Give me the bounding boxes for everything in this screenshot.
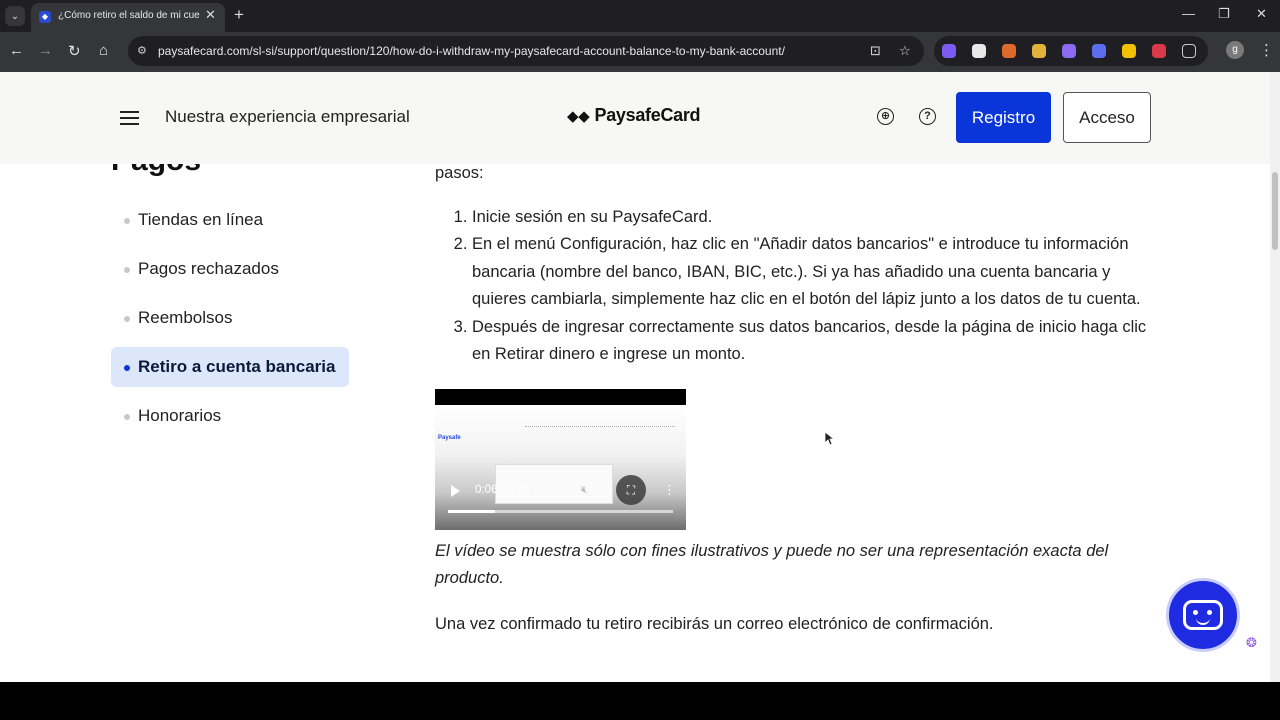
home-icon[interactable]: ⌂	[99, 42, 108, 59]
steps-list: Inicie sesión en su PaysafeCard. En el m…	[435, 204, 1155, 369]
article-content: pasos: Inicie sesión en su PaysafeCard. …	[435, 164, 1155, 638]
minimize-icon[interactable]: —	[1182, 6, 1195, 21]
business-experience-link[interactable]: Nuestra experiencia empresarial	[165, 107, 410, 127]
restore-window-icon[interactable]: ❐	[1218, 6, 1230, 22]
bullet-icon	[124, 267, 130, 273]
extension-8-icon[interactable]	[1152, 44, 1166, 58]
sidebar-item-label: Tiendas en línea	[138, 210, 264, 229]
screen-bottom-area	[0, 682, 1280, 720]
tab-close-icon[interactable]: ✕	[205, 7, 216, 23]
web-page: Pagos Tiendas en línea Pagos rechazados …	[0, 72, 1280, 682]
video-thumbnail-nav	[525, 425, 675, 428]
play-icon[interactable]	[451, 484, 460, 497]
video-disclaimer: El vídeo se muestra sólo con fines ilust…	[435, 541, 1109, 588]
sidebar-item-retiro[interactable]: Retiro a cuenta bancaria	[111, 347, 349, 387]
video-player[interactable]: Paysafe 0:06 / 0:28 🔇︎ ⛶ ⋮	[435, 388, 686, 530]
extension-1-icon[interactable]	[942, 44, 956, 58]
confirmation-text: Una vez confirmado tu retiro recibirás u…	[435, 614, 994, 633]
logo-text: PaysafeCard	[594, 105, 701, 125]
close-window-icon[interactable]: ✕	[1256, 6, 1267, 22]
extension-7-icon[interactable]	[1122, 44, 1136, 58]
extensions-puzzle-icon[interactable]	[1182, 44, 1196, 58]
reload-icon[interactable]: ↻	[68, 42, 81, 60]
step-item: Después de ingresar correctamente sus da…	[472, 314, 1155, 369]
new-tab-button[interactable]: +	[234, 5, 244, 25]
sidebar-item-label: Honorarios	[138, 406, 222, 425]
sidebar-item-label: Pagos rechazados	[138, 259, 279, 278]
logo-diamond-icon: ◆◆	[567, 108, 590, 125]
register-button[interactable]: Registro	[956, 92, 1051, 143]
sidebar-item-tiendas[interactable]: Tiendas en línea	[111, 200, 349, 240]
video-thumbnail-logo: Paysafe	[438, 434, 461, 441]
extension-3-icon[interactable]	[1002, 44, 1016, 58]
brain-extension-icon[interactable]: ❂	[1246, 635, 1257, 651]
tab-title: ¿Cómo retiro el saldo de mi cue	[58, 10, 200, 21]
scrollbar-thumb[interactable]	[1272, 172, 1278, 250]
profile-avatar[interactable]: g	[1226, 41, 1244, 59]
url-text[interactable]: paysafecard.com/sl-si/support/question/1…	[158, 44, 785, 58]
bullet-icon	[124, 218, 130, 224]
hamburger-menu-icon[interactable]	[120, 111, 139, 125]
sidebar-item-pagos-rechazados[interactable]: Pagos rechazados	[111, 249, 349, 289]
extension-4-icon[interactable]	[1032, 44, 1046, 58]
translate-icon[interactable]: ⊡	[870, 43, 881, 59]
extensions-area	[934, 36, 1208, 66]
extension-5-icon[interactable]	[1062, 44, 1076, 58]
browser-tab-bar: ⌄ ◆ ¿Cómo retiro el saldo de mi cue ✕ + …	[0, 0, 1280, 32]
browser-toolbar: ← → ↻ ⌂ ⚙ paysafecard.com/sl-si/support/…	[0, 32, 1280, 72]
paysafecard-favicon-icon: ◆	[39, 11, 51, 23]
mute-icon[interactable]: 🔇︎	[581, 482, 588, 498]
address-bar[interactable]: ⚙ paysafecard.com/sl-si/support/question…	[128, 36, 924, 66]
forward-arrow-icon[interactable]: →	[38, 42, 53, 59]
step-item: Inicie sesión en su PaysafeCard.	[472, 204, 1155, 232]
paysafecard-logo[interactable]: ◆◆ PaysafeCard	[567, 105, 701, 126]
step-item: En el menú Configuración, haz clic en "A…	[472, 231, 1155, 314]
login-button[interactable]: Acceso	[1063, 92, 1151, 143]
fullscreen-icon[interactable]: ⛶	[616, 474, 646, 505]
sidebar-item-reembolsos[interactable]: Reembolsos	[111, 298, 349, 338]
video-progress-bar[interactable]	[448, 509, 673, 513]
browser-tab[interactable]: ◆ ¿Cómo retiro el saldo de mi cue ✕	[31, 3, 225, 32]
browser-menu-icon[interactable]: ⋮	[1259, 41, 1274, 59]
language-globe-icon[interactable]: ⊕	[877, 108, 894, 125]
bookmark-star-icon[interactable]: ☆	[899, 43, 911, 59]
bullet-icon	[124, 414, 130, 420]
site-info-icon[interactable]: ⚙	[137, 44, 147, 57]
extension-2-icon[interactable]	[972, 44, 986, 58]
sidebar-item-honorarios[interactable]: Honorarios	[111, 396, 349, 436]
sidebar-nav: Tiendas en línea Pagos rechazados Reembo…	[111, 200, 349, 445]
tab-search-chevron-icon[interactable]: ⌄	[5, 6, 25, 26]
video-options-icon[interactable]: ⋮	[663, 482, 676, 498]
bullet-icon	[124, 365, 130, 371]
video-progress-fill	[448, 509, 496, 513]
site-header: Nuestra experiencia empresarial ◆◆ Paysaf…	[0, 72, 1270, 164]
back-arrow-icon[interactable]: ←	[9, 42, 24, 59]
sidebar-item-label: Retiro a cuenta bancaria	[138, 357, 336, 376]
intro-text: pasos:	[435, 164, 484, 182]
page-scrollbar[interactable]	[1270, 72, 1280, 682]
bullet-icon	[124, 316, 130, 322]
chatbot-button[interactable]	[1166, 578, 1240, 652]
sidebar-item-label: Reembolsos	[138, 308, 233, 327]
video-time: 0:06 / 0:28	[475, 483, 530, 496]
help-icon[interactable]: ?	[919, 108, 936, 125]
robot-icon	[1183, 600, 1223, 630]
extension-6-icon[interactable]	[1092, 44, 1106, 58]
